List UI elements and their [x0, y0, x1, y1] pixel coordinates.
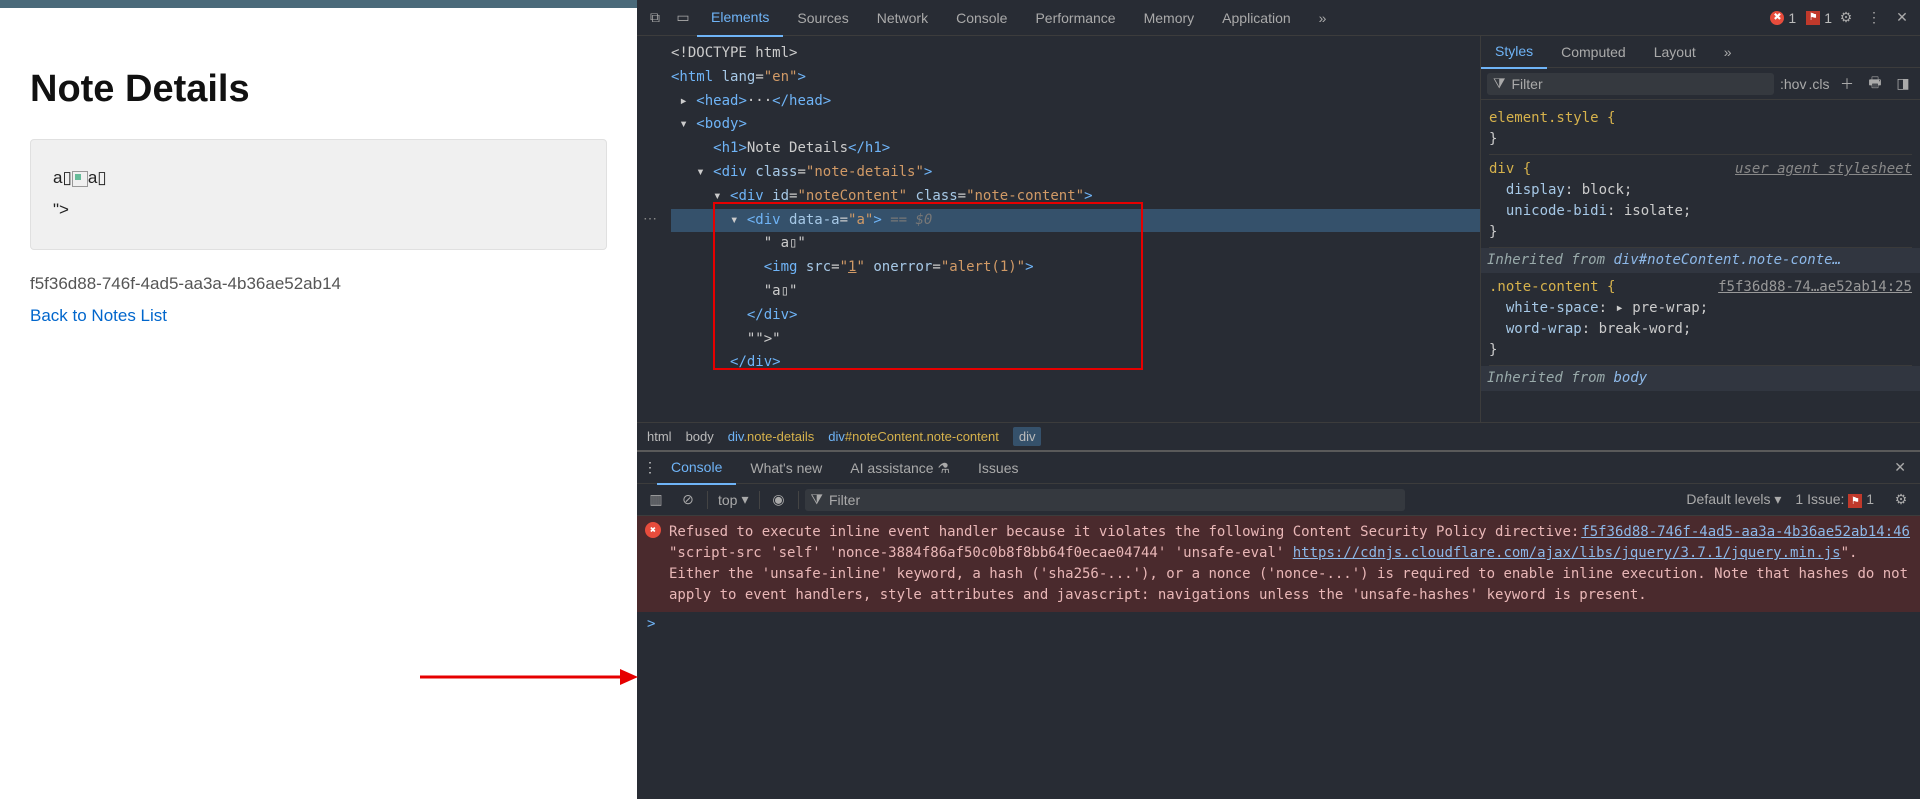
console-messages[interactable]: f5f36d88-746f-4ad5-aa3a-4b36ae52ab14:46 … — [637, 516, 1920, 799]
console-error-link[interactable]: https://cdnjs.cloudflare.com/ajax/libs/j… — [1293, 545, 1841, 561]
console-filter-input[interactable]: ⧩Filter — [805, 489, 1405, 511]
devtools-panel: ⧉ ▭ Elements Sources Network Console Per… — [637, 0, 1920, 799]
dock-icon[interactable]: ◨ — [1892, 75, 1914, 92]
funnel-icon: ⧩ — [1493, 75, 1506, 92]
bc-note-details[interactable]: div.note-details — [728, 429, 814, 444]
note-id-text: f5f36d88-746f-4ad5-aa3a-4b36ae52ab14 — [30, 274, 607, 294]
drawer-close-icon[interactable]: ✕ — [1886, 459, 1914, 476]
styles-body[interactable]: element.style { } div {user agent styles… — [1481, 100, 1920, 422]
close-icon[interactable]: ✕ — [1888, 9, 1916, 26]
devtools-tabbar: ⧉ ▭ Elements Sources Network Console Per… — [637, 0, 1920, 36]
tab-network[interactable]: Network — [863, 0, 942, 36]
dom-breadcrumb[interactable]: html body div.note-details div#noteConte… — [637, 422, 1920, 450]
bc-body[interactable]: body — [686, 429, 714, 444]
tab-application[interactable]: Application — [1208, 0, 1305, 36]
bc-div[interactable]: div — [1013, 427, 1042, 446]
bc-note-content[interactable]: div#noteContent.note-content — [828, 429, 999, 444]
dom-tree[interactable]: <!DOCTYPE html> <html lang="en"> ▸ <head… — [663, 36, 1480, 422]
gear-icon[interactable]: ⚙ — [1832, 9, 1860, 26]
console-settings-icon[interactable]: ⚙ — [1888, 491, 1914, 508]
console-error-source[interactable]: f5f36d88-746f-4ad5-aa3a-4b36ae52ab14:46 — [1581, 522, 1910, 543]
broken-image-icon — [72, 171, 88, 187]
console-toolbar: ▥ ⊘ top ▾ ◉ ⧩Filter Default levels ▾ 1 I… — [637, 484, 1920, 516]
annotation-arrow — [420, 665, 640, 689]
error-badge[interactable]: ✖1 — [1770, 10, 1796, 26]
tab-sources[interactable]: Sources — [783, 0, 862, 36]
bc-html[interactable]: html — [647, 429, 672, 444]
styles-pane: Styles Computed Layout » ⧩Filter :hov .c… — [1480, 36, 1920, 422]
warn-badge[interactable]: ⚑1 — [1806, 10, 1832, 26]
print-icon[interactable]: 🖶 — [1864, 72, 1886, 96]
tab-console[interactable]: Console — [942, 0, 1021, 36]
console-prompt[interactable]: > — [637, 612, 1920, 636]
kebab-icon[interactable]: ⋮ — [1860, 9, 1888, 26]
cls-toggle[interactable]: .cls — [1808, 76, 1830, 92]
note-details-box: a▯a▯ "> — [30, 139, 607, 250]
inspect-icon[interactable]: ⧉ — [641, 9, 669, 26]
note-line-1: a▯a▯ — [53, 162, 584, 194]
drawer-tab-ai[interactable]: AI assistance ⚗ — [836, 452, 964, 484]
tab-performance[interactable]: Performance — [1021, 0, 1129, 36]
styles-filter-input[interactable]: ⧩Filter — [1487, 73, 1774, 95]
eye-icon[interactable]: ◉ — [766, 491, 792, 508]
funnel-icon: ⧩ — [811, 491, 824, 508]
styles-filter-row: ⧩Filter :hov .cls ＋ 🖶 ◨ — [1481, 68, 1920, 100]
stab-computed[interactable]: Computed — [1547, 36, 1640, 68]
styles-tabs: Styles Computed Layout » — [1481, 36, 1920, 68]
drawer-kebab-icon[interactable]: ⋮ — [643, 459, 657, 476]
drawer-tab-whatsnew[interactable]: What's new — [736, 452, 836, 484]
tab-more[interactable]: » — [1305, 0, 1341, 36]
tab-memory[interactable]: Memory — [1130, 0, 1209, 36]
stab-more[interactable]: » — [1710, 36, 1746, 68]
plus-icon[interactable]: ＋ — [1836, 74, 1858, 94]
page-content: Note Details a▯a▯ "> f5f36d88-746f-4ad5-… — [0, 0, 637, 799]
note-line-2: "> — [53, 194, 584, 226]
console-error[interactable]: f5f36d88-746f-4ad5-aa3a-4b36ae52ab14:46 … — [637, 516, 1920, 612]
page-title: Note Details — [30, 68, 607, 111]
drawer-tab-console[interactable]: Console — [657, 451, 736, 485]
sidebar-toggle-icon[interactable]: ▥ — [643, 491, 669, 508]
levels-selector[interactable]: Default levels ▾ — [1686, 491, 1781, 508]
back-link[interactable]: Back to Notes List — [30, 306, 167, 325]
gutter: ⋯ — [637, 36, 663, 422]
device-toggle-icon[interactable]: ▭ — [669, 9, 697, 26]
stab-layout[interactable]: Layout — [1640, 36, 1710, 68]
hov-toggle[interactable]: :hov — [1780, 76, 1802, 92]
drawer: ⋮ Console What's new AI assistance ⚗ Iss… — [637, 450, 1920, 799]
issues-link[interactable]: 1 Issue: ⚑ 1 — [1795, 491, 1874, 509]
page-top-strip — [0, 0, 637, 8]
drawer-tabs: ⋮ Console What's new AI assistance ⚗ Iss… — [637, 452, 1920, 484]
stab-styles[interactable]: Styles — [1481, 35, 1547, 69]
drawer-tab-issues[interactable]: Issues — [964, 452, 1032, 484]
tab-elements[interactable]: Elements — [697, 0, 783, 37]
clear-console-icon[interactable]: ⊘ — [675, 491, 701, 508]
context-selector[interactable]: top ▾ — [714, 491, 753, 508]
